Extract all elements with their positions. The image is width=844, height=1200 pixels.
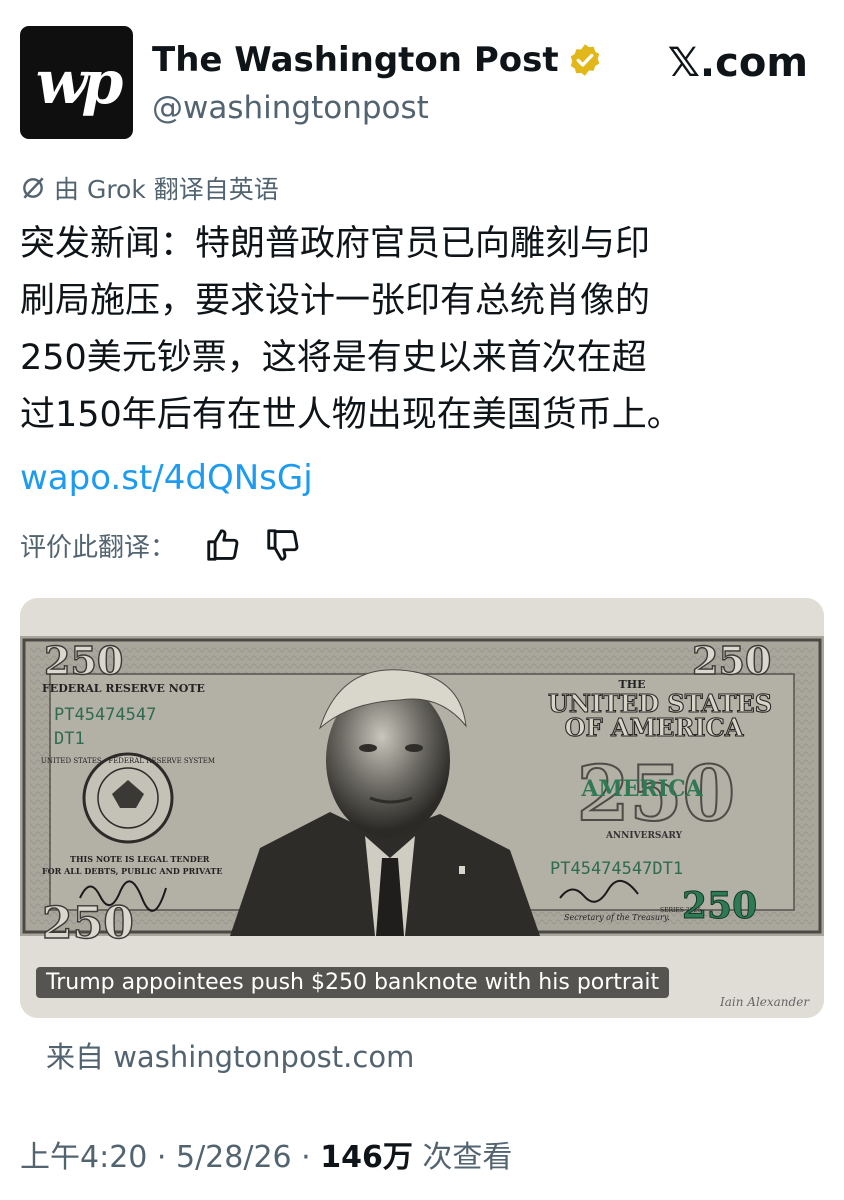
view-count: 146万	[320, 1140, 413, 1175]
grok-icon	[23, 177, 44, 199]
avatar[interactable]: wp	[20, 26, 133, 139]
tweet-time[interactable]: 上午4:20	[20, 1140, 147, 1175]
account-name[interactable]: The Washington Post	[152, 40, 603, 80]
denomination-bottom-right: 250	[682, 885, 757, 927]
photo-credit: Iain Alexander	[719, 995, 810, 1009]
media-image[interactable]: 250 250 FEDERAL RESERVE NOTE PT45474547 …	[20, 598, 824, 1018]
translation-notice-text: 由 Grok 翻译自英语	[54, 175, 279, 204]
translation-notice: 由 Grok 翻译自英语	[20, 170, 279, 206]
site-label: 𝕏.com	[667, 40, 808, 86]
banknote-serial: PT45474547	[54, 705, 156, 725]
account-handle[interactable]: @washingtonpost	[152, 90, 429, 126]
tweet-text-line: 过150年后有在世人物出现在美国货币上。	[20, 395, 682, 435]
denomination-top-left: 250	[44, 638, 123, 683]
banknote-header: FEDERAL RESERVE NOTE	[42, 682, 205, 695]
thumbs-up-icon[interactable]	[204, 526, 242, 564]
tweet-text-line: 刷局施压，要求设计一张印有总统肖像的	[20, 281, 651, 321]
banknote-anniversary: ANNIVERSARY	[605, 831, 683, 841]
legal-tender: THIS NOTE IS LEGAL TENDER	[70, 854, 210, 864]
banknote-of-america: OF AMERICA	[565, 713, 744, 742]
banknote-full-serial: PT45474547DT1	[550, 859, 683, 879]
legal-tender-2: FOR ALL DEBTS, PUBLIC AND PRIVATE	[42, 866, 222, 876]
tweet-header: wp The Washington Post @washingtonpost 𝕏…	[20, 26, 824, 140]
banknote-america: AMERICA	[580, 776, 703, 802]
seal-text: UNITED STATES · FEDERAL RESERVE SYSTEM	[41, 757, 215, 765]
gold-verified-badge-icon	[570, 44, 599, 76]
meta-separator: ·	[147, 1140, 176, 1175]
meta-separator: ·	[291, 1140, 321, 1175]
media-caption: Trump appointees push $250 banknote with…	[36, 967, 670, 998]
banknote-image: 250 250 FEDERAL RESERVE NOTE PT45474547 …	[20, 598, 824, 1018]
thumbs-down-icon[interactable]	[264, 526, 302, 564]
account-name-text: The Washington Post	[152, 40, 559, 80]
avatar-logo: wp	[35, 47, 124, 118]
tweet-text-line: 250美元钞票，这将是有史以来首次在超	[20, 338, 647, 378]
denomination-bottom-left: 250	[42, 898, 134, 949]
tweet-text: 突发新闻：特朗普政府官员已向雕刻与印 刷局施压，要求设计一张印有总统肖像的 25…	[20, 216, 820, 444]
rate-translation: 评价此翻译：	[20, 526, 302, 564]
banknote-secretary: Secretary of the Treasury.	[564, 913, 670, 922]
view-count-label: 次查看	[422, 1140, 513, 1175]
source-link[interactable]: 来自 washingtonpost.com	[46, 1034, 414, 1076]
denomination-top-right: 250	[692, 638, 771, 683]
tweet-link[interactable]: wapo.st/4dQNsGj	[20, 458, 313, 498]
tweet-text-line: 突发新闻：特朗普政府官员已向雕刻与印	[20, 224, 651, 264]
rate-translation-label: 评价此翻译：	[20, 532, 177, 563]
tweet-date[interactable]: 5/28/26	[176, 1140, 292, 1175]
tweet-meta: 上午4:20 · 5/28/26 · 146万 次查看	[20, 1132, 512, 1176]
banknote-serial-suffix: DT1	[54, 729, 85, 749]
